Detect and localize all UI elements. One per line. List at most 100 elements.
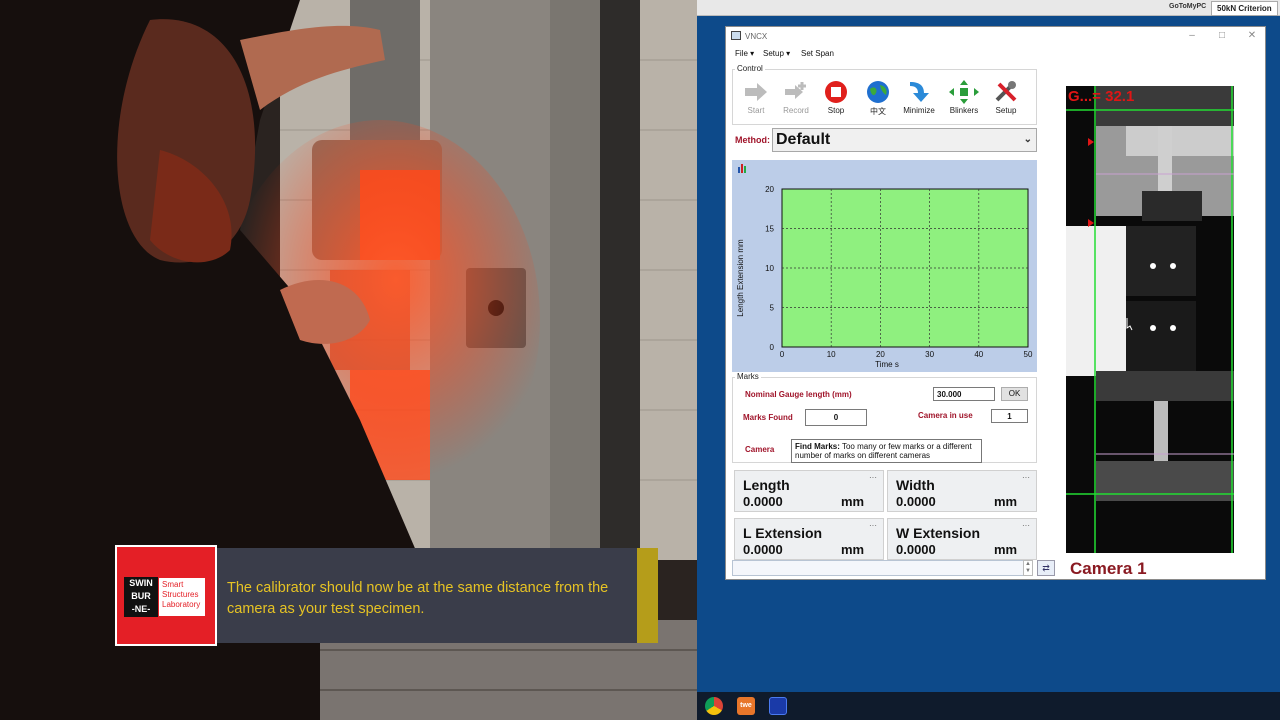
marks-group: Marks Nominal Gauge length (mm) 30.000 O… bbox=[732, 372, 1037, 463]
minimize-label: Minimize bbox=[903, 106, 935, 115]
maximize-window-button[interactable]: □ bbox=[1214, 29, 1230, 43]
chrome-icon[interactable] bbox=[705, 697, 723, 715]
method-value: Default bbox=[776, 131, 831, 148]
gotomypc-logo: GoToMyPC bbox=[1169, 3, 1207, 10]
stop-label: Stop bbox=[827, 106, 845, 115]
length-value: 0.0000 bbox=[743, 494, 783, 509]
chevron-down-icon: ⌄ bbox=[1023, 134, 1032, 145]
menu-set-span[interactable]: Set Span bbox=[801, 49, 834, 58]
width-unit: mm bbox=[994, 494, 1018, 509]
y-tick-label: 20 bbox=[765, 185, 774, 194]
y-tick-label: 15 bbox=[765, 225, 774, 234]
length-unit: mm bbox=[841, 494, 865, 509]
w-extension-unit: mm bbox=[994, 542, 1018, 557]
gauge-length-overlay: G...= 32.1 bbox=[1068, 88, 1135, 105]
menu-file[interactable]: File ▾ bbox=[735, 49, 754, 58]
camera-in-use-field[interactable]: 1 bbox=[991, 409, 1028, 423]
l-extension-readout: L Extension 0.0000 mm ··· bbox=[734, 518, 884, 560]
length-readout: Length 0.0000 mm ··· bbox=[734, 470, 884, 512]
status-spinner[interactable]: ▲ ▼ bbox=[1023, 560, 1033, 576]
record-plus-icon bbox=[785, 82, 806, 99]
app-icon bbox=[731, 31, 741, 40]
length-options-button[interactable]: ··· bbox=[869, 473, 877, 482]
globe-icon bbox=[867, 81, 889, 103]
extension-chart-panel: 0 10 20 30 40 50 0 5 10 15 20 Time s Length Extensio… bbox=[732, 160, 1037, 372]
camera-status-message-heading: Find Marks: bbox=[795, 442, 840, 451]
taskbar: twe bbox=[697, 692, 1280, 720]
lab-wordmark-line: Structures bbox=[162, 590, 199, 599]
window-title: VNCX bbox=[745, 32, 768, 41]
twe-app-icon[interactable]: twe bbox=[737, 697, 755, 715]
l-extension-label: L Extension bbox=[743, 525, 823, 541]
tools-icon bbox=[995, 81, 1017, 102]
y-axis-label: Length Extension mm bbox=[736, 239, 745, 317]
y-tick-label: 0 bbox=[770, 343, 775, 352]
machine-name-tab[interactable]: 50kN Criterion bbox=[1211, 1, 1278, 16]
camera-in-use-label: Camera in use bbox=[918, 411, 973, 420]
blinkers-button[interactable]: Blinkers bbox=[944, 80, 984, 122]
swinburne-wordmark-line: BUR bbox=[131, 591, 151, 601]
w-extension-value: 0.0000 bbox=[896, 542, 936, 557]
swinburne-wordmark-line: -NE- bbox=[131, 604, 151, 614]
marks-found-label: Marks Found bbox=[743, 413, 793, 422]
camera-image bbox=[1066, 86, 1234, 553]
control-group: Control Start Record Stop 中文 Minimize Bl… bbox=[732, 64, 1037, 125]
start-button[interactable]: Start bbox=[736, 80, 776, 122]
caption-accent-bar bbox=[637, 548, 658, 643]
minimize-window-button[interactable]: – bbox=[1184, 29, 1200, 43]
record-label: Record bbox=[783, 106, 809, 115]
stop-icon bbox=[825, 81, 847, 103]
status-bar bbox=[732, 560, 1028, 576]
camera-title: Camera 1 bbox=[1070, 559, 1147, 578]
width-readout: Width 0.0000 mm ··· bbox=[887, 470, 1037, 512]
record-button[interactable]: Record bbox=[776, 80, 816, 122]
x-tick-label: 30 bbox=[925, 350, 934, 359]
start-label: Start bbox=[747, 106, 765, 115]
l-extension-value: 0.0000 bbox=[743, 542, 783, 557]
screen: GoToMyPC 50kN Criterion VNCX – □ ✕ File … bbox=[0, 0, 1280, 720]
minimize-button[interactable]: Minimize bbox=[899, 80, 939, 122]
title-bar: VNCX – □ ✕ bbox=[726, 27, 1265, 45]
vncx-window: VNCX – □ ✕ File ▾ Setup ▾ Set Span Contr… bbox=[725, 26, 1266, 580]
x-tick-label: 0 bbox=[780, 350, 785, 359]
refresh-button[interactable]: ⇄ bbox=[1037, 560, 1055, 576]
chart: 0 10 20 30 40 5005101520Time sLength Extensio… bbox=[736, 185, 1033, 369]
method-select[interactable]: Default ⌄ bbox=[772, 128, 1037, 152]
width-options-button[interactable]: ··· bbox=[1022, 473, 1030, 482]
menu-bar: File ▾ Setup ▾ Set Span bbox=[726, 47, 1265, 61]
play-arrow-icon bbox=[745, 83, 767, 101]
caption-panel: The calibrator should now be at the same… bbox=[217, 548, 637, 643]
width-value: 0.0000 bbox=[896, 494, 936, 509]
swinburne-logo: SWIN BUR -NE- Smart Structures Laborator… bbox=[115, 545, 217, 646]
swinburne-wordmark-line: SWIN bbox=[129, 578, 153, 588]
camera-label: Camera bbox=[745, 445, 775, 454]
remote-desktop: GoToMyPC 50kN Criterion VNCX – □ ✕ File … bbox=[697, 0, 1280, 720]
close-window-button[interactable]: ✕ bbox=[1244, 29, 1260, 43]
lab-wordmark: Smart Structures Laboratory bbox=[159, 578, 205, 616]
menu-setup[interactable]: Setup ▾ bbox=[763, 49, 790, 58]
x-axis-label: Time s bbox=[875, 360, 899, 369]
nominal-gauge-label: Nominal Gauge length (mm) bbox=[745, 390, 852, 399]
x-tick-label: 10 bbox=[827, 350, 836, 359]
w-extension-readout: W Extension 0.0000 mm ··· bbox=[887, 518, 1037, 560]
vncx-taskbar-icon[interactable] bbox=[769, 697, 787, 715]
language-button[interactable]: 中文 bbox=[858, 80, 898, 122]
w-extension-options-button[interactable]: ··· bbox=[1022, 521, 1030, 530]
x-tick-label: 20 bbox=[876, 350, 885, 359]
length-label: Length bbox=[743, 477, 790, 493]
caption-banner: SWIN BUR -NE- Smart Structures Laborator… bbox=[115, 545, 658, 646]
x-tick-label: 50 bbox=[1024, 350, 1033, 359]
chart-settings-icon[interactable] bbox=[737, 163, 749, 173]
method-label: Method: bbox=[735, 135, 770, 145]
caption-text: The calibrator should now be at the same… bbox=[227, 580, 609, 617]
setup-button[interactable]: Setup bbox=[986, 80, 1026, 122]
nominal-gauge-field[interactable]: 30.000 bbox=[933, 387, 995, 401]
ok-button[interactable]: OK bbox=[1001, 387, 1028, 401]
stop-button[interactable]: Stop bbox=[816, 80, 856, 122]
l-extension-options-button[interactable]: ··· bbox=[869, 521, 877, 530]
marks-found-field: 0 bbox=[805, 409, 867, 426]
blinkers-label: Blinkers bbox=[949, 106, 979, 115]
swinburne-wordmark: SWIN BUR -NE- bbox=[124, 577, 158, 617]
language-label: 中文 bbox=[870, 107, 886, 116]
remote-session-bar: GoToMyPC 50kN Criterion bbox=[697, 0, 1280, 16]
